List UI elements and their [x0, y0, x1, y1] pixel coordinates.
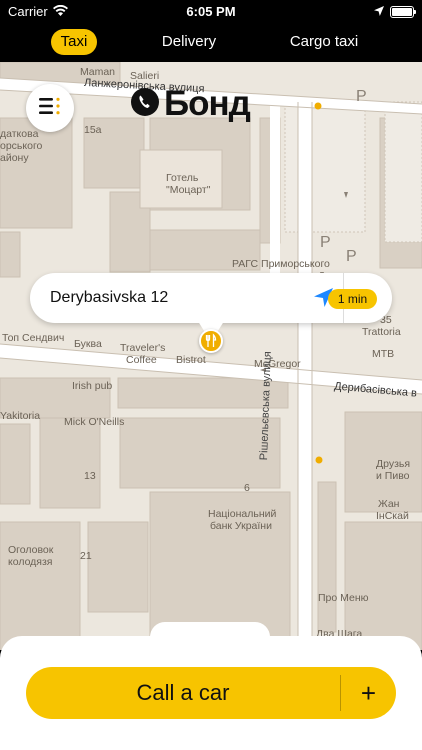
map-bus-stop	[314, 102, 322, 110]
map-label: Готель	[166, 172, 199, 184]
map-label: Irish pub	[72, 380, 113, 392]
brand-logo: Бонд	[130, 84, 251, 124]
map-label: 15а	[84, 124, 102, 136]
map-canvas	[0, 62, 422, 650]
map-label: Trattoria	[362, 326, 401, 338]
map-label: Буква	[74, 338, 102, 350]
map-label: Друзья	[376, 458, 411, 470]
map-label: Mick O'Neills	[64, 416, 125, 428]
map-label: Жан	[378, 498, 400, 510]
phone-icon	[130, 87, 160, 122]
map-label: Maman	[80, 66, 116, 78]
map-label: ІнСкай	[376, 510, 409, 522]
call-car-label: Call a car	[136, 680, 230, 705]
menu-icon	[39, 97, 61, 120]
battery-fill	[392, 7, 412, 16]
tab-cargo-taxi[interactable]: Cargo taxi	[278, 29, 370, 55]
map-label: Топ Сендвич	[2, 332, 65, 344]
map-label: Yakitoria	[0, 410, 41, 422]
map-label: Національний	[208, 508, 277, 520]
menu-button[interactable]	[26, 84, 74, 132]
map-label: "Моцарт"	[166, 184, 211, 196]
map-view[interactable]: Ланжеронівська вулиця Salieri Maman 15а …	[0, 62, 422, 650]
restaurant-pin-icon[interactable]	[199, 329, 223, 353]
status-time: 6:05 PM	[186, 4, 236, 19]
eta-badge: 1 min	[328, 289, 377, 309]
add-stop-button[interactable]: +	[341, 667, 396, 719]
tab-taxi[interactable]: Taxi	[51, 29, 97, 55]
map-parking-label: P	[346, 248, 357, 265]
map-label: Оголовок	[8, 544, 54, 556]
map-parking-label: P	[320, 234, 331, 251]
location-arrow-icon	[374, 4, 384, 19]
map-parking-label: P	[356, 88, 367, 105]
status-right	[374, 4, 416, 19]
map-label: 6	[244, 482, 250, 494]
map-label: Coffee	[126, 354, 157, 366]
map-label: 21	[80, 550, 92, 562]
status-bar: Carrier 6:05 PM	[0, 0, 422, 24]
tab-delivery[interactable]: Delivery	[148, 29, 230, 55]
service-tabs: Taxi Delivery Cargo taxi	[0, 24, 422, 62]
brand-name: Бонд	[164, 84, 251, 123]
map-label: айону	[0, 152, 29, 164]
map-label: Traveler's	[120, 342, 166, 354]
map-label: датковa	[0, 128, 39, 140]
call-car-button[interactable]: Call a car +	[26, 667, 396, 719]
map-label: орського	[0, 140, 43, 152]
map-label: и Пиво	[376, 470, 410, 482]
map-label: колодязя	[8, 556, 53, 568]
map-label: Про Меню	[318, 592, 369, 604]
map-label: РАГС Приморського	[232, 258, 330, 270]
map-label: 13	[84, 470, 96, 482]
pickup-address: Derybasivska 12	[50, 289, 169, 306]
battery-icon	[390, 5, 416, 18]
map-label: Bistrot	[176, 354, 206, 366]
map-label: Salieri	[130, 70, 160, 82]
map-label: банк України	[210, 520, 272, 532]
map-label: МТВ	[372, 348, 395, 360]
